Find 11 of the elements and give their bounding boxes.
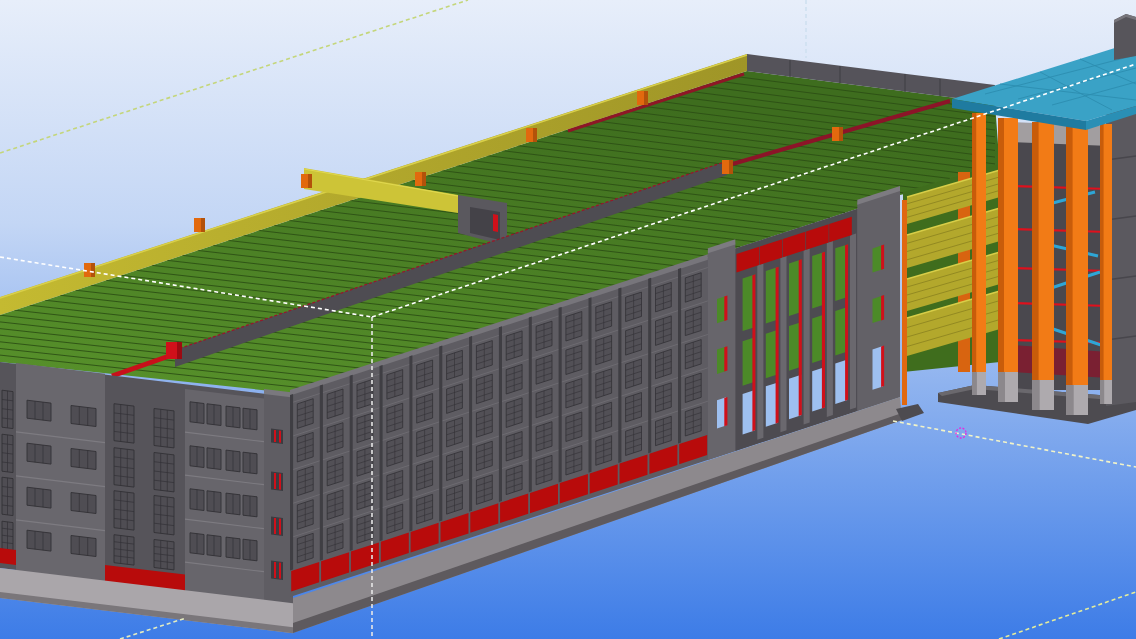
roof-post — [722, 160, 733, 174]
roof-post — [84, 263, 95, 277]
roof-post — [832, 127, 843, 141]
roof-post — [194, 218, 205, 232]
roof-post — [301, 174, 312, 188]
roof-post — [166, 342, 182, 359]
roof-post — [415, 172, 426, 186]
snap-marker-icon — [955, 427, 967, 439]
roof-post — [526, 128, 537, 142]
roof-post — [637, 91, 648, 105]
grid-line — [119, 617, 187, 639]
